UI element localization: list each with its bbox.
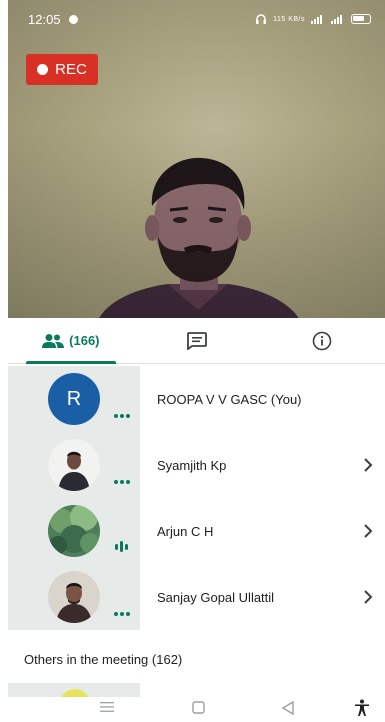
participant-count: (166) bbox=[69, 333, 100, 348]
meeting-screen: 12:05 115 KB/s REC (166) R ROOPA V V GAS… bbox=[8, 0, 385, 722]
tab-info[interactable] bbox=[259, 318, 385, 363]
headset-icon bbox=[256, 14, 267, 24]
status-time: 12:05 bbox=[28, 11, 61, 27]
signal-icon bbox=[311, 15, 322, 24]
network-speed: 115 KB/s bbox=[273, 15, 305, 23]
more-options-icon[interactable] bbox=[114, 612, 130, 616]
avatar-letter: R bbox=[66, 387, 82, 410]
participant-name: Arjun C H bbox=[157, 523, 214, 539]
status-icons: 115 KB/s bbox=[255, 13, 371, 25]
chevron-right-icon[interactable] bbox=[363, 523, 373, 539]
home-icon[interactable] bbox=[192, 701, 205, 714]
participant-tile bbox=[8, 564, 140, 630]
more-options-icon[interactable] bbox=[114, 480, 130, 484]
more-options-icon[interactable] bbox=[114, 414, 130, 418]
avatar bbox=[48, 439, 100, 491]
battery-icon bbox=[351, 14, 371, 24]
avatar bbox=[48, 505, 100, 557]
avatar-photo bbox=[48, 571, 100, 623]
menu-icon[interactable] bbox=[100, 701, 114, 713]
signal-icon-2 bbox=[331, 15, 342, 24]
people-icon bbox=[42, 333, 65, 348]
back-icon[interactable] bbox=[282, 701, 294, 715]
participant-name: Syamjith Kp bbox=[157, 457, 227, 473]
chat-icon bbox=[186, 331, 207, 350]
chevron-right-icon[interactable] bbox=[363, 457, 373, 473]
audio-level-icon bbox=[115, 541, 128, 552]
panel-tabs: (166) bbox=[8, 318, 385, 364]
participant-tile-partial bbox=[8, 683, 140, 719]
participant-tile: R bbox=[8, 366, 140, 432]
participant-row: R ROOPA V V GASC (You) bbox=[8, 366, 385, 432]
video-shade bbox=[8, 0, 385, 318]
participant-name: ROOPA V V GASC (You) bbox=[157, 391, 302, 407]
participant-row[interactable]: Sanjay Gopal Ullattil bbox=[8, 564, 385, 630]
video-feed[interactable]: 12:05 115 KB/s REC bbox=[8, 0, 385, 318]
tab-people[interactable]: (166) bbox=[8, 318, 134, 364]
chevron-right-icon[interactable] bbox=[363, 589, 373, 605]
avatar-photo bbox=[48, 505, 100, 557]
status-bar: 12:05 115 KB/s bbox=[8, 0, 385, 38]
others-section-heading: Others in the meeting (162) bbox=[24, 652, 183, 667]
participant-tile bbox=[8, 498, 140, 564]
recording-badge: REC bbox=[26, 54, 98, 85]
avatar bbox=[48, 571, 100, 623]
participant-name: Sanjay Gopal Ullattil bbox=[157, 589, 275, 605]
avatar: R bbox=[48, 373, 100, 425]
participant-row[interactable]: Syamjith Kp bbox=[8, 432, 385, 498]
participant-row[interactable]: Arjun C H bbox=[8, 498, 385, 564]
notification-dot-icon bbox=[68, 14, 78, 24]
tab-chat[interactable] bbox=[134, 318, 260, 363]
accessibility-icon[interactable] bbox=[354, 699, 370, 717]
avatar-photo bbox=[48, 439, 100, 491]
record-dot-icon bbox=[37, 64, 49, 75]
participant-tile bbox=[8, 432, 140, 498]
system-nav-bar bbox=[8, 697, 385, 722]
info-icon bbox=[312, 331, 332, 350]
participant-list: R ROOPA V V GASC (You) Syamjith Kp Arjun… bbox=[8, 366, 385, 630]
recording-label: REC bbox=[55, 61, 87, 78]
